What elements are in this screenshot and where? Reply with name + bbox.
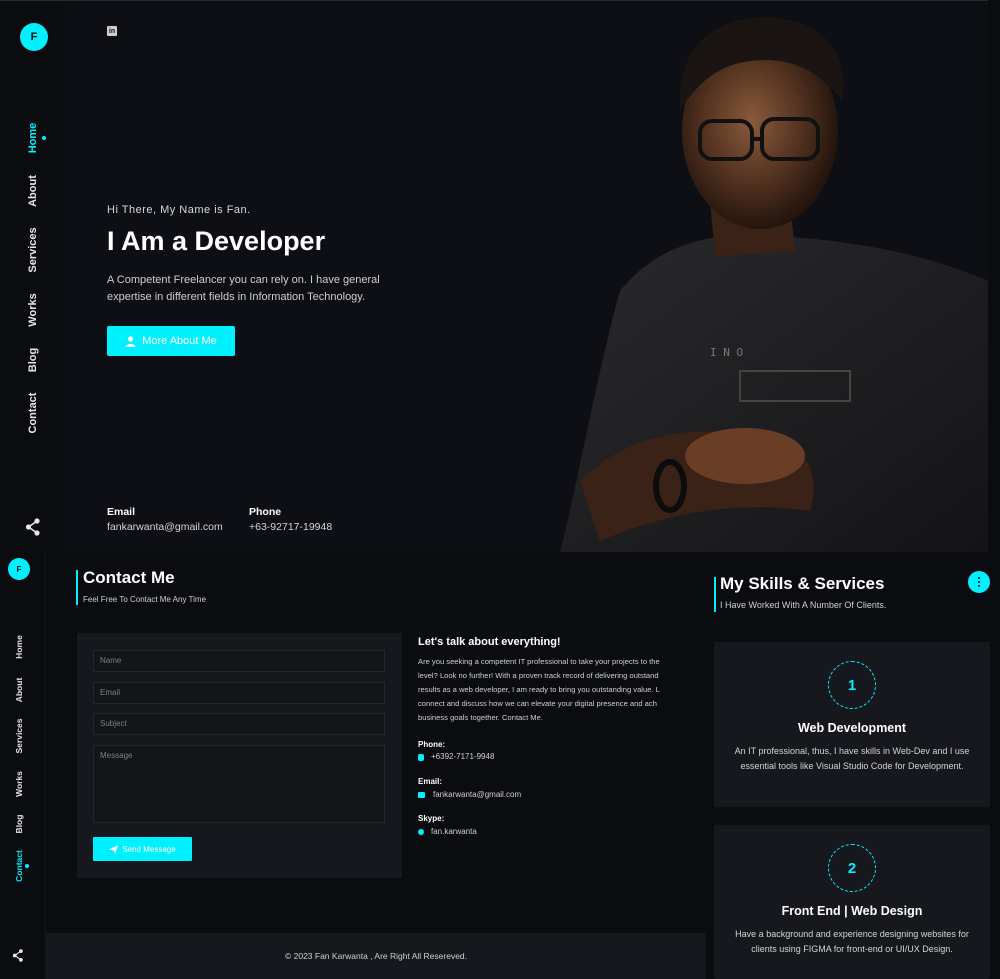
site-logo[interactable]: F: [20, 23, 48, 51]
send-message-button[interactable]: Send Message: [93, 837, 192, 861]
phone-icon: [418, 754, 424, 761]
email-label: Email: [107, 506, 136, 518]
email-label: Email:: [418, 777, 443, 786]
card-description: An IT professional, thus, I have skills …: [734, 746, 970, 771]
nav-about[interactable]: About: [27, 175, 39, 207]
page-subtitle: I Have Worked With A Number Of Clients.: [720, 600, 887, 610]
menu-icon[interactable]: [968, 571, 990, 593]
phone-label: Phone:: [418, 740, 446, 749]
nav-services[interactable]: Services: [14, 719, 24, 754]
nav-works[interactable]: Works: [14, 771, 24, 797]
hero-greeting: Hi There, My Name is Fan.: [107, 204, 251, 216]
talk-line: business goals together. Contact Me.: [418, 713, 543, 722]
portrait-image: I N O: [560, 17, 988, 552]
page-title: Contact Me: [83, 568, 175, 587]
section-accent-bar: [714, 577, 716, 612]
phone-value[interactable]: +6392-7171-9948: [431, 752, 494, 761]
nav-blog[interactable]: Blog: [27, 348, 39, 372]
card-number: 1: [828, 661, 876, 709]
talk-paragraph: Are you seeking a competent IT professio…: [418, 655, 706, 725]
page-subtitle: Feel Free To Contact Me Any Time: [83, 595, 207, 604]
nav-contact[interactable]: Contact: [27, 393, 39, 434]
card-number: 2: [828, 844, 876, 892]
section-accent-bar: [76, 570, 78, 605]
contact-form: Name Email Subject Message Send Message: [77, 633, 402, 878]
talk-line: Are you seeking a competent IT professio…: [418, 657, 660, 666]
nav-blog[interactable]: Blog: [14, 815, 24, 834]
more-about-me-label: More About Me: [142, 335, 217, 347]
contact-screen: F Home About Services Works Blog Contact…: [0, 553, 706, 979]
subject-field[interactable]: Subject: [93, 713, 385, 735]
email-value[interactable]: fankarwanta@gmail.com: [433, 790, 521, 799]
nav-services[interactable]: Services: [27, 227, 39, 272]
send-message-label: Send Message: [122, 844, 176, 854]
talk-heading: Let's talk about everything!: [418, 636, 561, 648]
card-title: Web Development: [797, 721, 907, 735]
skype-label: Skype:: [418, 814, 445, 823]
email-value[interactable]: fankarwanta@gmail.com: [107, 521, 223, 533]
active-indicator: [25, 864, 29, 868]
service-card: 2 Front End | Web Design Have a backgrou…: [714, 825, 990, 979]
active-indicator: [42, 136, 46, 140]
phone-label: Phone: [249, 506, 282, 518]
talk-line: connect and discuss how we can elevate y…: [418, 699, 657, 708]
copyright-text: © 2023 Fan Karwanta , Are Right All Rese…: [284, 951, 468, 961]
site-logo[interactable]: F: [8, 558, 30, 580]
more-about-me-button[interactable]: More About Me: [107, 326, 235, 356]
message-field[interactable]: Message: [93, 745, 385, 823]
hero-title: I Am a Developer: [107, 226, 326, 256]
hero-screen: F Home About Services Works Blog Contact…: [0, 0, 988, 552]
email-field[interactable]: Email: [93, 682, 385, 704]
side-nav: F Home About Services Works Blog Contact: [0, 1, 65, 552]
skills-screen: My Skills & Services I Have Worked With …: [706, 553, 1000, 979]
phone-value[interactable]: +63-92717-19948: [249, 521, 332, 533]
mail-icon: [418, 792, 425, 798]
hero-description: A Competent Freelancer you can rely on. …: [107, 274, 380, 303]
service-card: 1 Web Development An IT professional, th…: [714, 642, 990, 807]
svg-text:I N O: I N O: [710, 346, 743, 359]
card-title: Front End | Web Design: [781, 904, 923, 918]
name-field[interactable]: Name: [93, 650, 385, 672]
user-icon: [125, 335, 136, 347]
nav-home[interactable]: Home: [27, 123, 39, 154]
page-title: My Skills & Services: [720, 574, 885, 593]
talk-line: results as a web developer, I am ready t…: [418, 685, 660, 694]
card-description: Have a background and experience designi…: [735, 929, 969, 954]
nav-about[interactable]: About: [14, 678, 24, 703]
skype-value[interactable]: fan.karwanta: [431, 827, 477, 836]
skype-icon: [418, 829, 424, 835]
share-icon[interactable]: [12, 949, 24, 962]
talk-line: level? Look no further! With a proven tr…: [418, 671, 659, 680]
nav-works[interactable]: Works: [27, 293, 39, 326]
nav-home[interactable]: Home: [14, 635, 24, 659]
nav-contact[interactable]: Contact: [14, 850, 24, 882]
paper-plane-icon: [109, 844, 119, 854]
footer: © 2023 Fan Karwanta , Are Right All Rese…: [46, 933, 706, 979]
side-nav: F Home About Services Works Blog Contact: [0, 553, 46, 979]
share-icon[interactable]: [25, 518, 41, 536]
linkedin-icon[interactable]: in: [107, 26, 117, 36]
